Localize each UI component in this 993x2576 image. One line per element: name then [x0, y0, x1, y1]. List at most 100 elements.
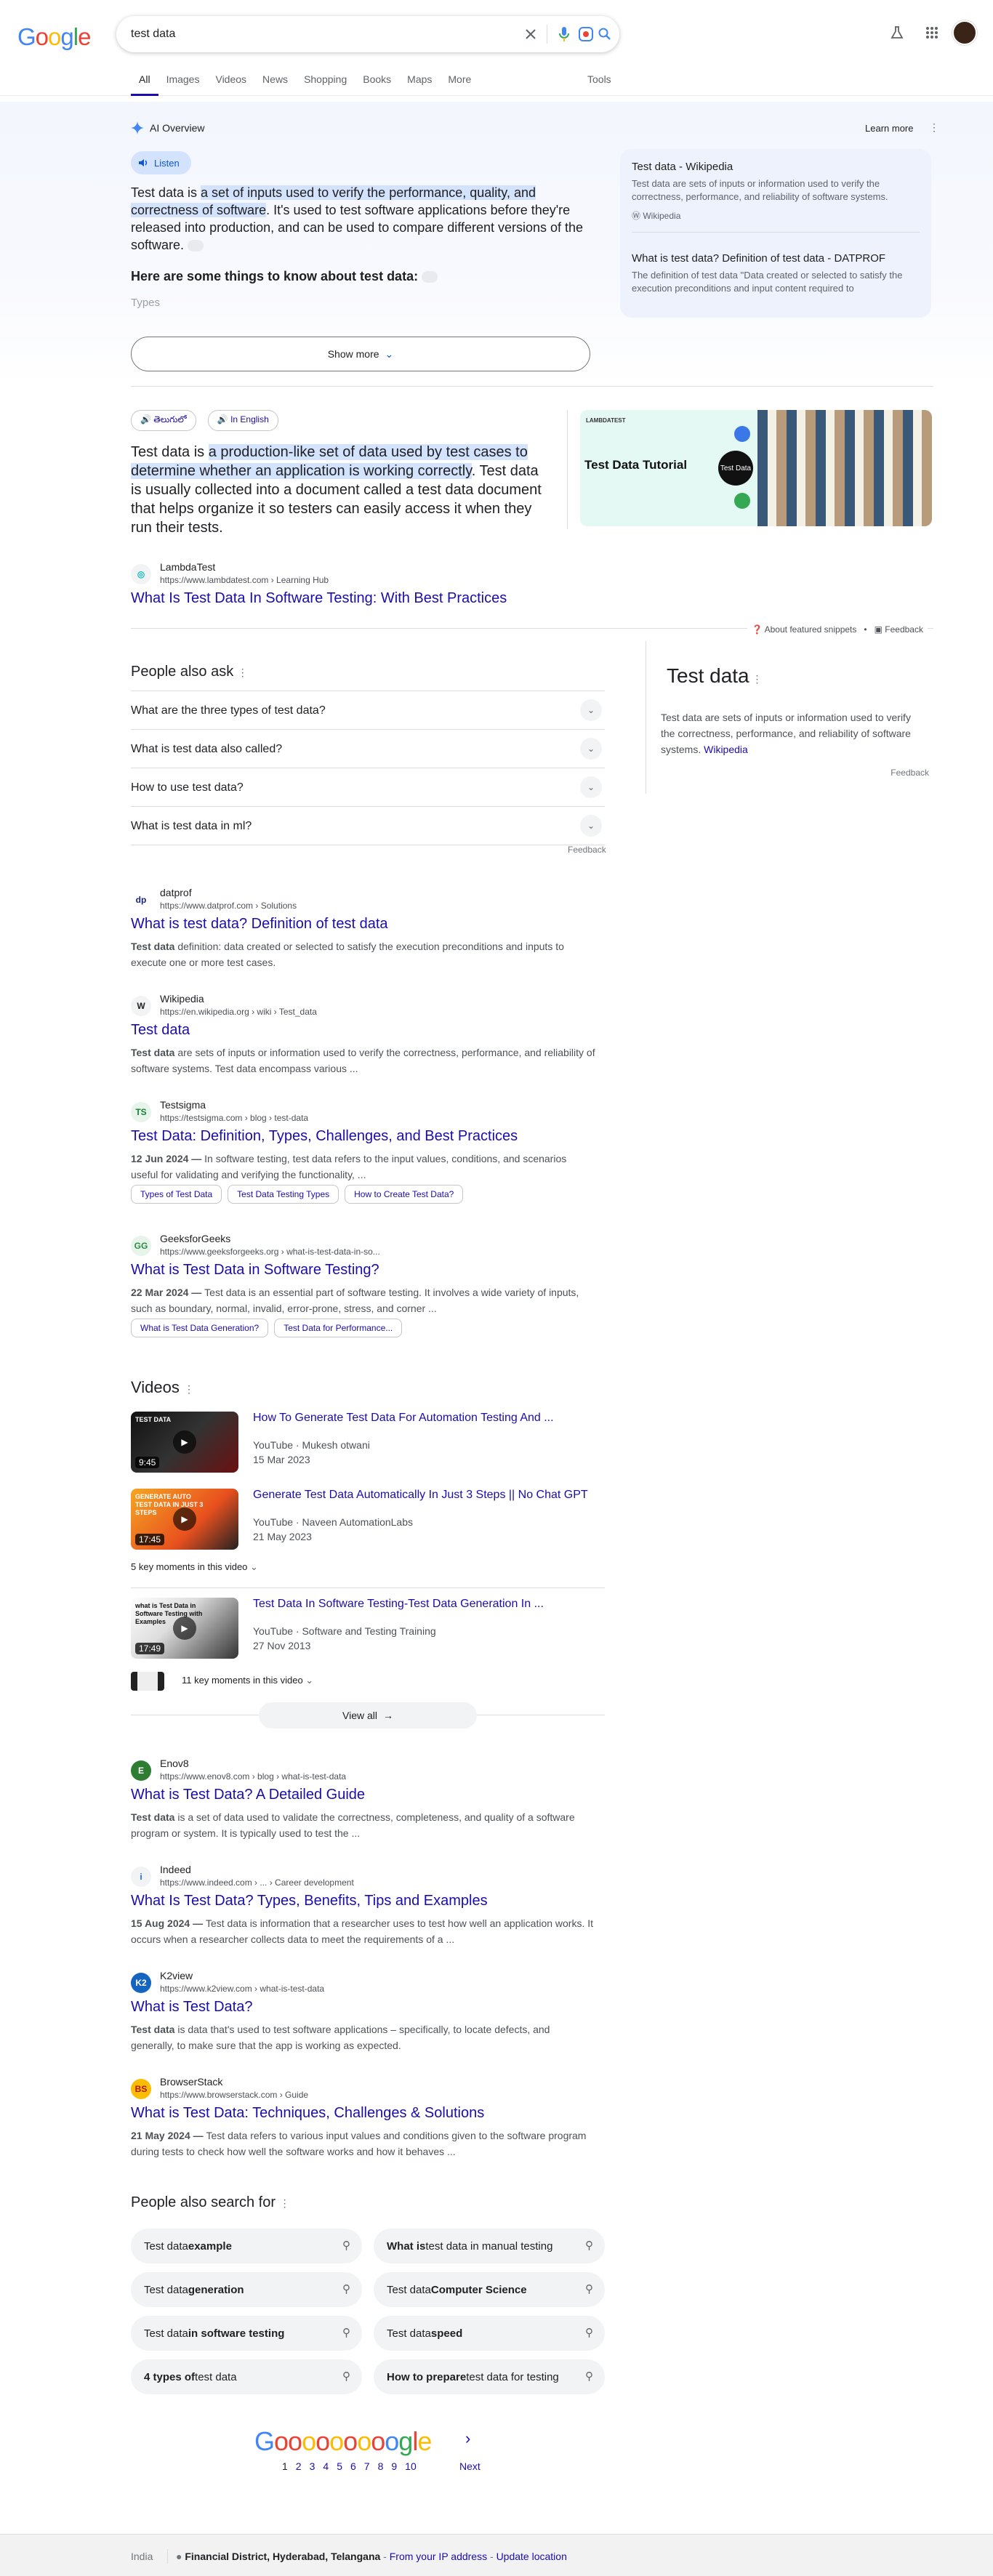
result-site-name[interactable]: Indeed [160, 1864, 191, 1875]
chevron-down-icon[interactable]: ⌄ [580, 776, 602, 798]
search-input[interactable] [131, 26, 451, 42]
result-site-name[interactable]: K2view [160, 1970, 193, 1981]
result-url[interactable]: https://en.wikipedia.org › wiki › Test_d… [160, 1007, 317, 1017]
tab-all[interactable]: All [131, 70, 158, 96]
more-options-icon[interactable]: ⋮ [238, 667, 248, 678]
sitelink-chip[interactable]: Test Data for Performance... [274, 1319, 403, 1337]
tab-videos[interactable]: Videos [207, 70, 254, 96]
lang-english-chip[interactable]: 🔊 In English [207, 410, 278, 431]
result-title-link[interactable]: Test Data: Definition, Types, Challenges… [131, 1128, 518, 1145]
page-number-6[interactable]: 6 [350, 2460, 356, 2472]
video-title-link[interactable]: Test Data In Software Testing-Test Data … [253, 1598, 544, 1611]
labs-flask-icon[interactable] [888, 24, 906, 41]
related-search-chip[interactable]: Test data example ⚲ [131, 2229, 362, 2263]
result-url[interactable]: https://testsigma.com › blog › test-data [160, 1113, 308, 1123]
snippet-feedback-link[interactable]: ▣ Feedback [875, 624, 923, 635]
chevron-down-icon[interactable]: ⌄ [580, 815, 602, 837]
related-search-chip[interactable]: Test data Computer Science ⚲ [374, 2272, 605, 2307]
source-card[interactable]: What is test data? Definition of test da… [632, 252, 920, 295]
about-snippets-link[interactable]: ❓ About featured snippets [752, 624, 856, 635]
more-options-icon[interactable]: ⋮ [929, 121, 939, 134]
page-number-4[interactable]: 4 [323, 2460, 329, 2472]
result-title-link[interactable]: What is Test Data: Techniques, Challenge… [131, 2105, 484, 2122]
related-search-chip[interactable]: 4 types of test data ⚲ [131, 2359, 362, 2394]
lens-icon[interactable] [577, 25, 595, 43]
result-site-name[interactable]: Enov8 [160, 1758, 189, 1769]
page-number-7[interactable]: 7 [364, 2460, 370, 2472]
result-site-name[interactable]: datprof [160, 887, 192, 898]
page-number-9[interactable]: 9 [391, 2460, 397, 2472]
result-title-link[interactable]: Test data [131, 1022, 190, 1039]
search-icon[interactable] [596, 25, 614, 43]
paa-question[interactable]: What is test data in ml? ⌄ [131, 806, 605, 845]
video-thumbnail[interactable]: GENERATE AUTO TEST DATA IN JUST 3 STEPS ▶… [131, 1489, 238, 1550]
tab-more[interactable]: More [440, 70, 479, 96]
page-number-2[interactable]: 2 [296, 2460, 302, 2472]
google-logo[interactable]: Google [17, 23, 91, 51]
related-search-chip[interactable]: How to prepare test data for testing ⚲ [374, 2359, 605, 2394]
paa-question[interactable]: What are the three types of test data? ⌄ [131, 691, 605, 729]
video-title-link[interactable]: How To Generate Test Data For Automation… [253, 1412, 554, 1425]
kp-wikipedia-link[interactable]: Wikipedia [704, 744, 748, 755]
related-search-chip[interactable]: Test data in software testing ⚲ [131, 2316, 362, 2351]
tab-books[interactable]: Books [355, 70, 399, 96]
tab-images[interactable]: Images [158, 70, 208, 96]
chevron-right-icon[interactable]: › [465, 2429, 470, 2448]
result-url[interactable]: https://www.indeed.com › ... › Career de… [160, 1877, 354, 1888]
page-number-1[interactable]: 1 [282, 2460, 288, 2472]
citation-chip[interactable] [188, 240, 204, 252]
result-url[interactable]: https://www.enov8.com › blog › what-is-t… [160, 1771, 346, 1782]
video-title-link[interactable]: Generate Test Data Automatically In Just… [253, 1489, 588, 1502]
result-title-link[interactable]: What is test data? Definition of test da… [131, 916, 388, 933]
result-site-name[interactable]: GeeksforGeeks [160, 1233, 230, 1244]
lang-telugu-chip[interactable]: 🔊 తెలుగులో [131, 410, 196, 431]
related-search-chip[interactable]: Test data generation ⚲ [131, 2272, 362, 2307]
page-number-8[interactable]: 8 [378, 2460, 384, 2472]
key-moments-toggle[interactable]: 5 key moments in this video ⌄ [131, 1561, 258, 1573]
video-thumbnail[interactable]: TEST DATA ▶ 9:45 [131, 1412, 238, 1473]
account-avatar[interactable] [952, 20, 977, 45]
key-moments-toggle[interactable]: 11 key moments in this video ⌄ [182, 1675, 313, 1686]
result-site-name[interactable]: BrowserStack [160, 2076, 222, 2088]
result-site-name[interactable]: Wikipedia [160, 993, 204, 1005]
result-title-link[interactable]: What is Test Data? [131, 1999, 252, 2016]
next-page-link[interactable]: Next [459, 2460, 481, 2472]
from-ip-link[interactable]: From your IP address [390, 2551, 487, 2562]
related-search-chip[interactable]: Test data speed ⚲ [374, 2316, 605, 2351]
apps-grid-icon[interactable] [923, 24, 941, 41]
result-site-name[interactable]: Testsigma [160, 1099, 206, 1111]
result-url[interactable]: https://www.geeksforgeeks.org › what-is-… [160, 1247, 380, 1257]
tab-maps[interactable]: Maps [399, 70, 440, 96]
key-moments-thumb[interactable] [131, 1672, 164, 1691]
result-url[interactable]: https://www.k2view.com › what-is-test-da… [160, 1984, 324, 1994]
clear-icon[interactable] [522, 25, 539, 43]
sitelink-chip[interactable]: How to Create Test Data? [345, 1185, 464, 1204]
listen-button[interactable]: Listen [131, 151, 191, 174]
result-url[interactable]: https://www.datprof.com › Solutions [160, 901, 297, 911]
source-card[interactable]: Test data - Wikipedia Test data are sets… [632, 161, 920, 222]
more-options-icon[interactable]: ⋮ [749, 673, 763, 685]
citation-chip[interactable] [422, 271, 438, 283]
show-more-button[interactable]: Show more ⌄ [131, 337, 590, 371]
video-thumbnail[interactable]: what is Test Data in Software Testing wi… [131, 1598, 238, 1659]
related-search-chip[interactable]: What is test data in manual testing ⚲ [374, 2229, 605, 2263]
snippet-title-link[interactable]: What Is Test Data In Software Testing: W… [131, 590, 507, 607]
sitelink-chip[interactable]: Test Data Testing Types [228, 1185, 339, 1204]
more-options-icon[interactable]: ⋮ [184, 1383, 194, 1395]
tab-shopping[interactable]: Shopping [296, 70, 355, 96]
sitelink-chip[interactable]: Types of Test Data [131, 1185, 222, 1204]
chevron-down-icon[interactable]: ⌄ [580, 738, 602, 760]
sitelink-chip[interactable]: What is Test Data Generation? [131, 1319, 269, 1337]
result-title-link[interactable]: What is Test Data? A Detailed Guide [131, 1787, 365, 1803]
paa-question[interactable]: How to use test data? ⌄ [131, 768, 605, 806]
tab-news[interactable]: News [254, 70, 296, 96]
snippet-image[interactable]: LAMBDATEST Test Data Tutorial Test Data [580, 410, 932, 526]
tools-button[interactable]: Tools [587, 73, 611, 85]
paa-feedback-link[interactable]: Feedback [568, 845, 606, 855]
more-options-icon[interactable]: ⋮ [280, 2197, 290, 2209]
result-url[interactable]: https://www.browserstack.com › Guide [160, 2090, 308, 2100]
learn-more-link[interactable]: Learn more [865, 123, 913, 134]
result-title-link[interactable]: What is Test Data in Software Testing? [131, 1262, 379, 1279]
page-number-5[interactable]: 5 [337, 2460, 342, 2472]
mic-icon[interactable] [555, 25, 573, 43]
